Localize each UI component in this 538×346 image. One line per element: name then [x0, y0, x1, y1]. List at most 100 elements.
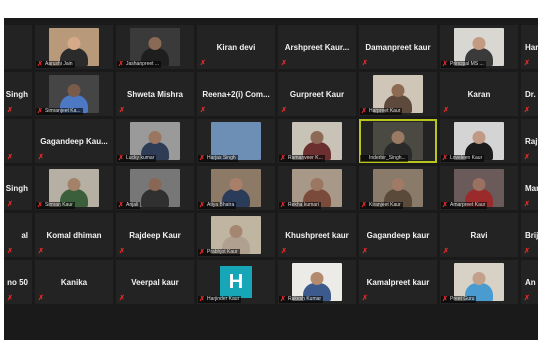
participant-tile[interactable]: ✗ Rekha kumari [278, 166, 356, 210]
participant-tile[interactable]: ✗ [4, 119, 32, 163]
participant-tile[interactable]: Karan ✗ [440, 72, 518, 116]
participant-tile[interactable]: Ravi ✗ [440, 213, 518, 257]
mic-muted-icon: ✗ [442, 202, 448, 209]
participant-tile[interactable]: Singh ✗ [4, 166, 32, 210]
participant-tile[interactable]: Gurpreet Kaur ✗ [278, 72, 356, 116]
participant-tile[interactable]: Rajvi ✗ [521, 119, 538, 163]
participant-tile[interactable]: ✗ [4, 25, 32, 69]
participant-name-label: ✗ Jashanpreet ... [117, 61, 162, 68]
participant-tile[interactable]: ✗ Simran Kaur [35, 166, 113, 210]
participant-name-label: ✗ Harpreet Kaur [360, 108, 403, 115]
participant-tile[interactable]: ✗ Principal MS ... [440, 25, 518, 69]
person-head [310, 178, 324, 191]
participant-name: Harjas Singh [207, 155, 236, 161]
person-head [67, 84, 81, 97]
participant-tile[interactable]: ✗ Aarushi Jain [35, 25, 113, 69]
participant-tile[interactable]: no 50 ✗ [4, 260, 32, 304]
person-head [148, 178, 162, 191]
participant-name: Preet Guru [450, 296, 475, 302]
participant-tile[interactable]: ✗ Atiya Bhatra [197, 166, 275, 210]
mic-muted-icon: ✗ [119, 248, 125, 255]
participant-name: Loveleen Kaur [450, 155, 483, 161]
mic-muted-icon: ✗ [524, 295, 530, 302]
participant-tile[interactable]: Mand ✗ [521, 166, 538, 210]
mic-muted-icon: ✗ [524, 248, 530, 255]
participant-name: al [21, 230, 28, 240]
mic-muted-icon: ✗ [200, 107, 206, 114]
mic-muted-icon: ✗ [281, 248, 287, 255]
participant-name: Kiranjeet Kaur [369, 202, 401, 208]
participant-tile[interactable]: An ✗ [521, 260, 538, 304]
participant-name: Rakesh Kumar [288, 296, 322, 302]
participant-tile[interactable]: Rajdeep Kaur ✗ [116, 213, 194, 257]
person-head [229, 178, 243, 191]
participant-tile[interactable]: Harm ✗ [521, 25, 538, 69]
participant-tile[interactable]: Dr. Si ✗ [521, 72, 538, 116]
participant-tile[interactable]: H ✗ Harjinder Kaur [197, 260, 275, 304]
participant-name: Harjinder Kaur [207, 296, 240, 302]
participant-tile[interactable]: ✗ Prabhjot Kaur [197, 213, 275, 257]
participant-tile[interactable]: Reena+2(i) Com... ✗ [197, 72, 275, 116]
mic-muted-icon: ✗ [524, 201, 530, 208]
participant-tile[interactable]: ✗ Amarpreet Kaur [440, 166, 518, 210]
participant-tile[interactable]: Komal dhiman ✗ [35, 213, 113, 257]
participant-tile[interactable]: Kiran devi ✗ [197, 25, 275, 69]
mic-muted-icon: ✗ [199, 296, 205, 303]
participant-name: Rekha kumari [288, 202, 319, 208]
participant-tile[interactable]: ✗ Anjali [116, 166, 194, 210]
participant-name: Rajdeep Kaur [129, 230, 181, 240]
participant-name: Kiran devi [216, 42, 256, 52]
mic-muted-icon: ✗ [361, 108, 367, 115]
participant-tile[interactable]: al ✗ [4, 213, 32, 257]
mic-muted-icon: ✗ [362, 248, 368, 255]
participant-tile[interactable]: Shweta Mishra ✗ [116, 72, 194, 116]
participant-tile[interactable]: ✗ Harjas Singh [197, 119, 275, 163]
participant-tile[interactable]: ✗ Lucky kumar [116, 119, 194, 163]
participant-name: Simran Kaur [45, 202, 73, 208]
mic-muted-icon: ✗ [118, 202, 124, 209]
participant-tile[interactable]: ✗ Jashanpreet ... [116, 25, 194, 69]
participant-name: Karan [467, 89, 491, 99]
participant-tile[interactable]: ✗ Loveleen Kaur [440, 119, 518, 163]
participant-name-label: ✗ Prabhjot Kaur [198, 249, 240, 256]
mic-muted-icon: ✗ [199, 249, 205, 256]
participant-tile[interactable]: ✗ Rakesh Kumar [278, 260, 356, 304]
participant-tile[interactable]: Kamalpreet kaur ✗ [359, 260, 437, 304]
mic-muted-icon: ✗ [118, 61, 124, 68]
avatar: H [220, 266, 252, 298]
participant-tile[interactable]: Gagandeep Kau... ✗ [35, 119, 113, 163]
participant-tile[interactable]: ✗ Kiranjeet Kaur [359, 166, 437, 210]
participant-name-label: ✗ Aarushi Jain [36, 61, 75, 68]
mic-muted-icon: ✗ [524, 60, 530, 67]
participant-tile[interactable]: Kanika ✗ [35, 260, 113, 304]
mic-muted-icon: ✗ [37, 202, 43, 209]
participant-tile[interactable]: ✗ Simranjeet Ka... [35, 72, 113, 116]
participant-tile[interactable]: Khushpreet kaur ✗ [278, 213, 356, 257]
participant-tile[interactable]: ✗ Preet Guru [440, 260, 518, 304]
mic-muted-icon: ✗ [280, 202, 286, 209]
participant-name: Singh [5, 183, 28, 193]
person-head [148, 37, 162, 50]
participant-tile[interactable]: Brijlal ✗ [521, 213, 538, 257]
participant-name: Damanpreet kaur [365, 42, 431, 52]
participant-name: Shweta Mishra [126, 89, 183, 99]
mic-muted-icon: ✗ [362, 295, 368, 302]
participant-tile[interactable]: Inderbir_Singh... [359, 119, 437, 163]
participant-tile[interactable]: Damanpreet kaur ✗ [359, 25, 437, 69]
participant-tile[interactable]: ✗ Ramanveer K... [278, 119, 356, 163]
participant-name: Khushpreet kaur [285, 230, 349, 240]
participant-name-label: ✗ Principal MS ... [441, 61, 486, 68]
person-head [310, 272, 324, 285]
participant-tile[interactable]: Veerpal kaur ✗ [116, 260, 194, 304]
mic-muted-icon: ✗ [7, 248, 13, 255]
person-head [67, 178, 81, 191]
participant-tile[interactable]: Gagandeep kaur ✗ [359, 213, 437, 257]
participant-name-label: ✗ Atiya Bhatra [198, 202, 237, 209]
participant-name-label: ✗ Harjinder Kaur [198, 296, 242, 303]
participant-tile[interactable]: Singh ✗ [4, 72, 32, 116]
participant-name-label: ✗ Ramanveer K... [279, 155, 325, 162]
participant-tile[interactable]: Arshpreet Kaur... ✗ [278, 25, 356, 69]
participant-tile[interactable]: ✗ Harpreet Kaur [359, 72, 437, 116]
participant-name-label: Inderbir_Singh... [360, 155, 408, 162]
participant-name: Veerpal kaur [131, 277, 179, 287]
